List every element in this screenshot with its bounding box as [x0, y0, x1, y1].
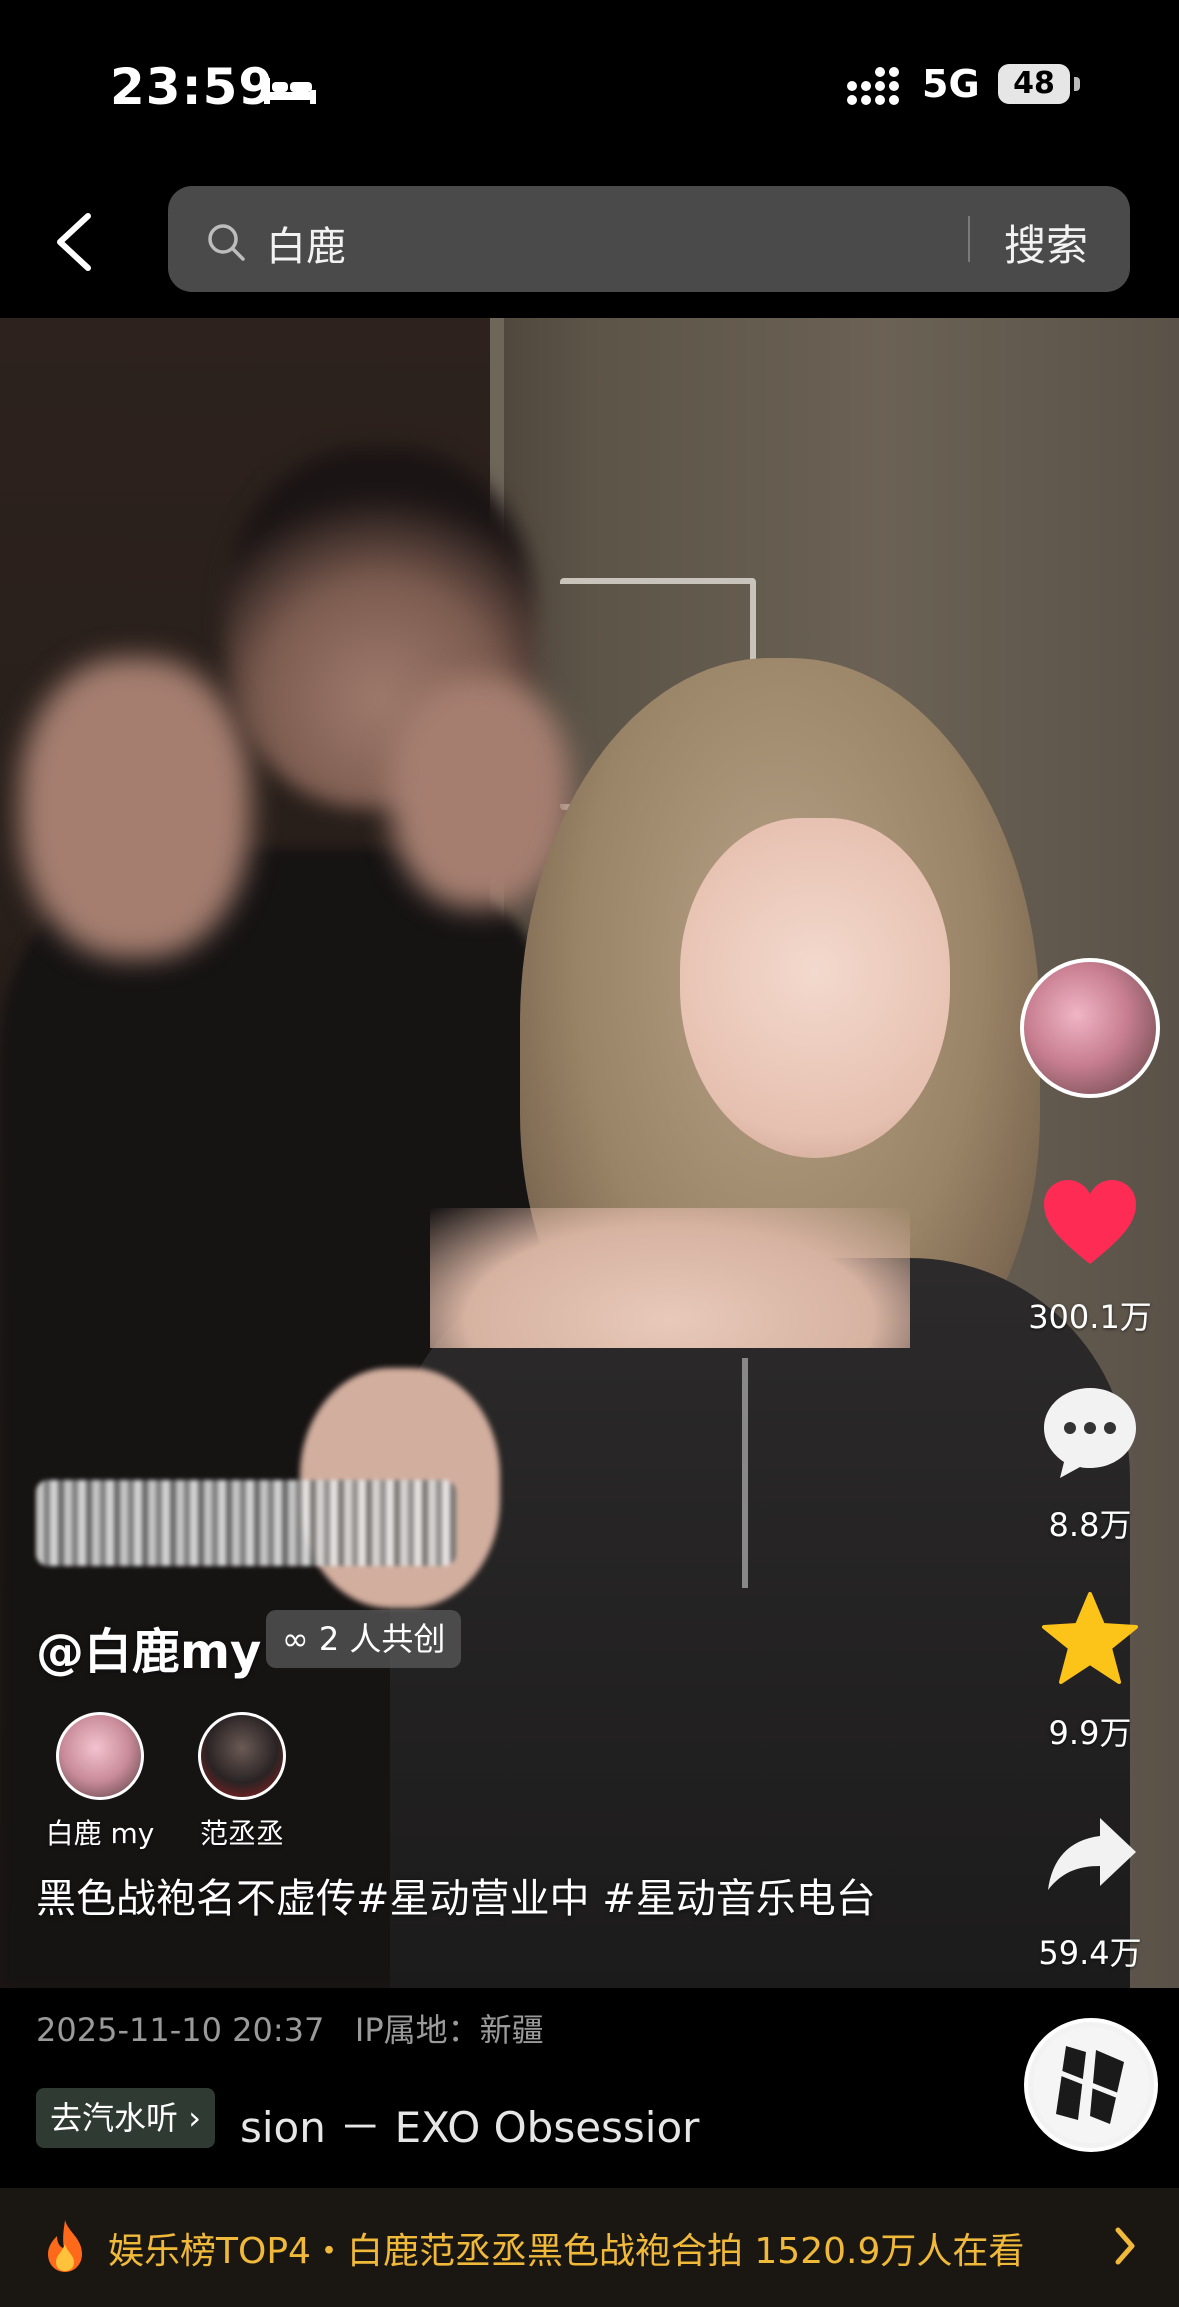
share-count: 59.4万 [1038, 1934, 1142, 1972]
search-input[interactable]: 白鹿 搜索 [168, 186, 1130, 292]
music-title: sion － EXO Obsessior [240, 2103, 700, 2152]
chevron-right-icon: › [188, 2099, 201, 2137]
cocreator-avatar[interactable] [198, 1712, 286, 1800]
back-arrow-icon[interactable] [52, 212, 98, 272]
flame-icon [48, 2220, 82, 2272]
search-divider [968, 216, 970, 262]
video-person-zipper [742, 1358, 748, 1588]
search-query: 白鹿 [266, 224, 346, 270]
status-time: 23:59 [110, 58, 275, 116]
cocreator-avatar[interactable] [56, 1712, 144, 1800]
cocreate-label: 2 人共创 [318, 1620, 446, 1658]
listen-button-label: 去汽水听 [50, 2099, 179, 2137]
listen-in-qishui-button[interactable]: 去汽水听 › [36, 2088, 215, 2148]
video-person-shoulder [430, 1208, 910, 1348]
search-icon [208, 224, 245, 261]
chevron-right-icon[interactable] [1112, 2226, 1138, 2266]
network-type: 5G [922, 62, 980, 106]
post-description[interactable]: 黑色战袍名不虚传#星动营业中 #星动音乐电台 [36, 1870, 916, 1928]
cocreator-name[interactable]: 白鹿 my [20, 1812, 180, 1852]
comment-icon[interactable] [1040, 1384, 1140, 1480]
favorite-count: 9.9万 [1048, 1714, 1132, 1752]
creator-avatar[interactable] [1020, 958, 1160, 1098]
author-name[interactable]: @白鹿my [36, 1612, 261, 1682]
video-person-blurred-hand [20, 658, 250, 958]
battery-icon: 48 [998, 64, 1070, 104]
post-meta: 2025-11-10 20:37 IP属地：新疆 [36, 2005, 544, 2051]
post-datetime: 2025-11-10 20:37 [36, 2011, 325, 2049]
like-count: 300.1万 [1028, 1298, 1152, 1336]
share-arrow-icon[interactable] [1044, 1814, 1140, 1894]
pixelated-badge [36, 1480, 456, 1566]
trending-banner[interactable]: 娱乐榜TOP4・白鹿范丞丞黑色战袍合拍 1520.9万人在看 [0, 2188, 1179, 2307]
battery-tip [1074, 77, 1080, 91]
status-bar: 23:59 5G 48 [0, 0, 1179, 180]
like-heart-icon[interactable] [1040, 1178, 1140, 1268]
sleep-focus-icon [264, 78, 316, 104]
cocreator-name[interactable]: 范丞丞 [162, 1812, 322, 1852]
post-ip-location: IP属地：新疆 [354, 2011, 544, 2049]
video-person-face [680, 818, 950, 1158]
favorite-star-icon[interactable] [1040, 1590, 1140, 1686]
search-button[interactable]: 搜索 [1004, 212, 1088, 273]
music-disc-icon[interactable] [1024, 2018, 1158, 2152]
trending-text: 娱乐榜TOP4・白鹿范丞丞黑色战袍合拍 1520.9万人在看 [108, 2231, 1025, 2272]
cocreate-badge[interactable]: ∞ 2 人共创 [266, 1610, 462, 1668]
comment-count: 8.8万 [1048, 1506, 1132, 1544]
cocreate-link-icon: ∞ [282, 1620, 319, 1658]
music-cover-art [1033, 2027, 1149, 2143]
cellular-signal-icon [847, 67, 899, 105]
